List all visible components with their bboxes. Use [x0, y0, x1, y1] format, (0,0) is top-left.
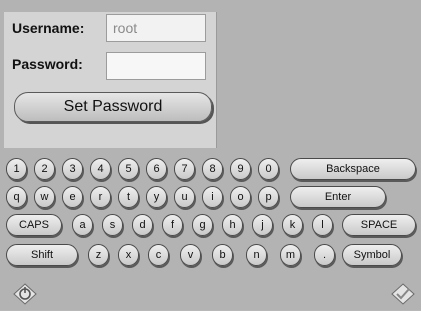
key-l[interactable]: l [312, 214, 333, 236]
shift-key[interactable]: Shift [6, 244, 78, 266]
key-3[interactable]: 3 [62, 158, 83, 180]
key-8[interactable]: 8 [202, 158, 223, 180]
key-0[interactable]: 0 [258, 158, 279, 180]
key-z[interactable]: z [88, 244, 109, 266]
key-q[interactable]: q [6, 186, 27, 208]
checkmark-icon[interactable] [390, 282, 416, 311]
key-e[interactable]: e [62, 186, 83, 208]
key-6[interactable]: 6 [146, 158, 167, 180]
backspace-key[interactable]: Backspace [290, 158, 416, 180]
key-v[interactable]: v [180, 244, 201, 266]
username-field[interactable] [106, 14, 206, 42]
key-d[interactable]: d [132, 214, 153, 236]
key-j[interactable]: j [252, 214, 273, 236]
password-form: Username: Password: Set Password [4, 12, 217, 148]
key-b[interactable]: b [212, 244, 233, 266]
key-y[interactable]: y [146, 186, 167, 208]
key-m[interactable]: m [280, 244, 301, 266]
key-1[interactable]: 1 [6, 158, 27, 180]
key-u[interactable]: u [174, 186, 195, 208]
key-4[interactable]: 4 [90, 158, 111, 180]
username-label: Username: [12, 20, 85, 36]
enter-key[interactable]: Enter [290, 186, 386, 208]
password-field[interactable] [106, 52, 206, 80]
screen: Username: Password: Set Password 1 2 3 4… [0, 0, 421, 310]
symbol-key[interactable]: Symbol [342, 244, 402, 266]
set-password-button[interactable]: Set Password [14, 92, 212, 122]
key-7[interactable]: 7 [174, 158, 195, 180]
key-o[interactable]: o [230, 186, 251, 208]
key-i[interactable]: i [202, 186, 223, 208]
key-g[interactable]: g [192, 214, 213, 236]
key-f[interactable]: f [162, 214, 183, 236]
key-t[interactable]: t [118, 186, 139, 208]
space-key[interactable]: SPACE [342, 214, 416, 236]
key-s[interactable]: s [102, 214, 123, 236]
key-p[interactable]: p [258, 186, 279, 208]
key-9[interactable]: 9 [230, 158, 251, 180]
key-2[interactable]: 2 [34, 158, 55, 180]
key-w[interactable]: w [34, 186, 55, 208]
key-x[interactable]: x [118, 244, 139, 266]
password-label: Password: [12, 56, 83, 72]
key-5[interactable]: 5 [118, 158, 139, 180]
key-a[interactable]: a [72, 214, 93, 236]
key-h[interactable]: h [222, 214, 243, 236]
key-c[interactable]: c [148, 244, 169, 266]
key-n[interactable]: n [246, 244, 267, 266]
key-r[interactable]: r [90, 186, 111, 208]
key-k[interactable]: k [282, 214, 303, 236]
caps-key[interactable]: CAPS [6, 214, 62, 236]
power-icon[interactable] [12, 282, 38, 311]
key-period[interactable]: . [314, 244, 335, 266]
